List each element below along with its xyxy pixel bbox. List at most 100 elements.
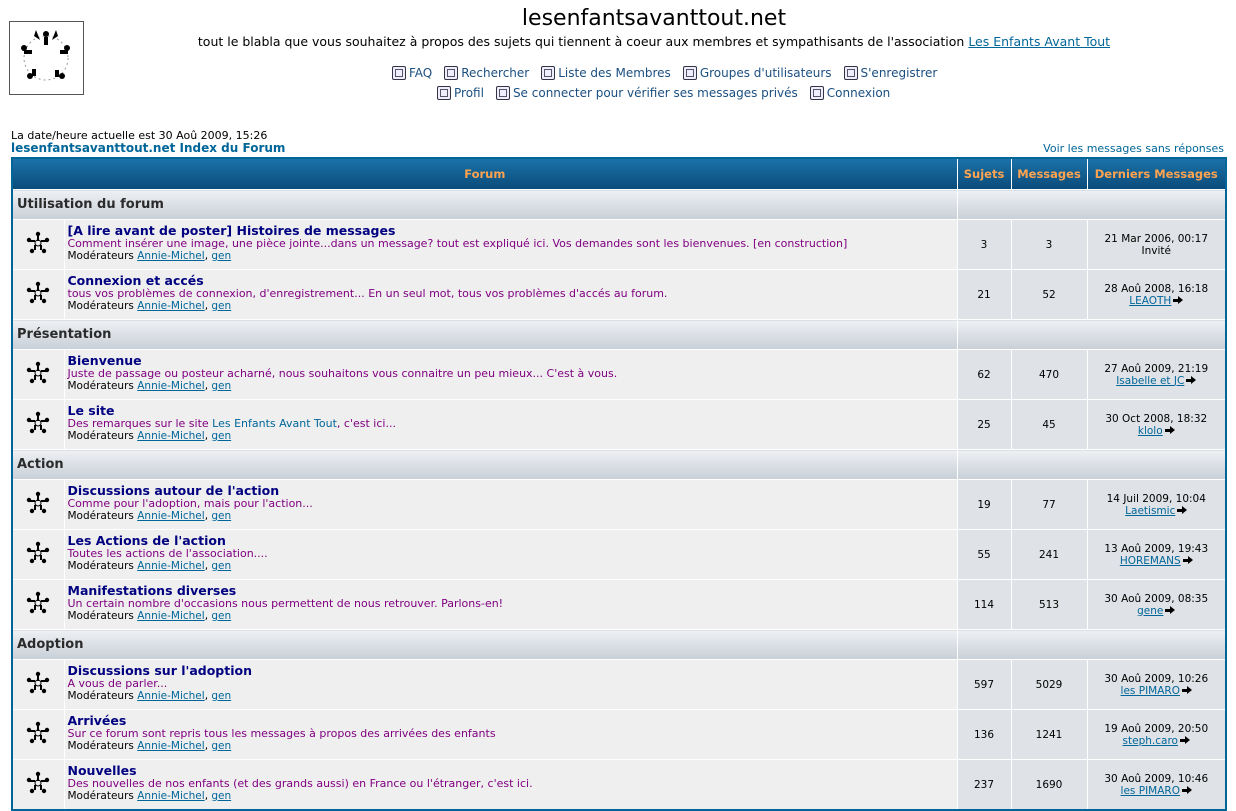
nav-link-register[interactable]: S'enregistrer xyxy=(843,66,938,80)
forum-topics-count: 21 xyxy=(956,269,1012,320)
forum-row: Manifestations diverses Un certain nombre… xyxy=(11,579,1227,630)
nav-link-label: S'enregistrer xyxy=(860,66,938,80)
association-link[interactable]: Les Enfants Avant Tout xyxy=(968,34,1110,49)
category-spacer xyxy=(956,319,1227,350)
forum-description: tous vos problèmes de connexion, d'enreg… xyxy=(67,287,668,300)
moderator-link-annie-michel[interactable]: Annie-Michel xyxy=(137,690,204,702)
forum-folder-icon xyxy=(25,231,51,260)
forum-folder-icon xyxy=(25,721,51,750)
forum-topics-count: 25 xyxy=(956,399,1012,450)
unanswered-posts-link[interactable]: Voir les messages sans réponses xyxy=(1043,142,1224,155)
nav-link-search[interactable]: Rechercher xyxy=(444,66,529,80)
forum-info-cell: Bienvenue Juste de passage ou posteur ach… xyxy=(63,349,958,400)
last-post-author[interactable]: LEAOTH xyxy=(1129,295,1171,307)
goto-last-post-icon[interactable] xyxy=(1164,426,1175,435)
nav-link-profile[interactable]: Profil xyxy=(437,86,484,100)
moderator-link-annie-michel[interactable]: Annie-Michel xyxy=(137,560,204,572)
forum-title-link[interactable]: Discussions autour de l'action xyxy=(68,484,957,497)
forum-title-link[interactable]: Connexion et accés xyxy=(68,274,957,287)
moderator-link-annie-michel[interactable]: Annie-Michel xyxy=(137,790,204,802)
goto-last-post-icon[interactable] xyxy=(1181,686,1192,695)
forum-last-post: 14 Juil 2009, 10:04 Laetismic xyxy=(1086,479,1227,530)
forum-row: Discussions autour de l'action Comme pour… xyxy=(11,479,1227,530)
forum-title-link[interactable]: Discussions sur l'adoption xyxy=(68,664,957,677)
goto-last-post-icon[interactable] xyxy=(1179,736,1190,745)
moderator-link-annie-michel[interactable]: Annie-Michel xyxy=(137,430,204,442)
forum-last-post: 19 Aoû 2009, 20:50 steph.caro xyxy=(1086,709,1227,760)
moderators-label: Modérateurs xyxy=(67,250,134,262)
category-row: Action xyxy=(11,449,1227,480)
moderator-link-gen[interactable]: gen xyxy=(211,380,231,392)
nav-link-label: FAQ xyxy=(409,66,433,80)
forum-status-cell xyxy=(11,349,65,400)
forum-last-post: 30 Oct 2008, 18:32 klolo xyxy=(1086,399,1227,450)
faq-icon xyxy=(392,66,406,80)
moderator-link-gen[interactable]: gen xyxy=(211,790,231,802)
register-icon xyxy=(843,66,858,80)
nav-link-private-messages[interactable]: Se connecter pour vérifier ses messages … xyxy=(495,86,798,100)
goto-last-post-icon[interactable] xyxy=(1181,786,1192,795)
forum-title-link[interactable]: Les Actions de l'action xyxy=(68,534,957,547)
category-link[interactable]: Présentation xyxy=(11,319,958,350)
goto-last-post-icon[interactable] xyxy=(1186,376,1197,385)
site-logo[interactable] xyxy=(9,21,84,95)
forum-description: Sur ce forum sont repris tous les messag… xyxy=(67,727,496,740)
forum-posts-count: 470 xyxy=(1010,349,1088,400)
goto-last-post-icon[interactable] xyxy=(1182,556,1193,565)
category-link[interactable]: Adoption xyxy=(11,629,958,660)
forum-description-link[interactable]: Les Enfants Avant Tout xyxy=(212,417,337,430)
goto-last-post-icon[interactable] xyxy=(1177,506,1188,515)
nav-link-faq[interactable]: FAQ xyxy=(392,66,432,80)
moderator-link-annie-michel[interactable]: Annie-Michel xyxy=(137,380,204,392)
category-link[interactable]: Utilisation du forum xyxy=(11,189,958,220)
category-link[interactable]: Action xyxy=(11,449,958,480)
moderator-link-annie-michel[interactable]: Annie-Michel xyxy=(137,740,204,752)
forum-description: Des nouvelles de nos enfants (et des gra… xyxy=(67,777,533,790)
category-row: Adoption xyxy=(11,629,1227,660)
moderator-link-gen[interactable]: gen xyxy=(211,560,231,572)
moderator-link-gen[interactable]: gen xyxy=(211,510,231,522)
forum-row: Nouvelles Des nouvelles de nos enfants (e… xyxy=(11,759,1227,811)
forum-title-link[interactable]: Le site xyxy=(68,404,957,417)
category-row: Présentation xyxy=(11,319,1227,350)
forum-title-link[interactable]: Nouvelles xyxy=(68,764,957,777)
forum-moderators: Modérateurs Annie-Michel, gen xyxy=(67,250,232,262)
last-post-author[interactable]: les PIMARO xyxy=(1121,785,1180,797)
last-post-author[interactable]: gene xyxy=(1137,605,1163,617)
last-post-date: 21 Mar 2006, 00:17 xyxy=(1104,232,1209,245)
nav-link-label: Connexion xyxy=(826,86,891,100)
nav-link-memberlist[interactable]: Liste des Membres xyxy=(541,66,671,80)
last-post-author[interactable]: HOREMANS xyxy=(1120,555,1181,567)
forum-index-link[interactable]: lesenfantsavanttout.net Index du Forum xyxy=(11,141,285,155)
last-post-author[interactable]: Isabelle et JC xyxy=(1116,375,1184,387)
last-post-author[interactable]: les PIMARO xyxy=(1121,685,1180,697)
forum-title-link[interactable]: Bienvenue xyxy=(68,354,957,367)
moderator-link-annie-michel[interactable]: Annie-Michel xyxy=(137,610,204,622)
forum-row: Connexion et accés tous vos problèmes de … xyxy=(11,269,1227,320)
last-post-author[interactable]: Laetismic xyxy=(1125,505,1175,517)
forum-title-link[interactable]: Manifestations diverses xyxy=(68,584,957,597)
moderator-link-gen[interactable]: gen xyxy=(211,250,231,262)
last-post-author[interactable]: klolo xyxy=(1138,425,1163,437)
nav-link-login[interactable]: Connexion xyxy=(809,86,891,100)
forum-posts-count: 1690 xyxy=(1010,759,1088,811)
moderator-link-gen[interactable]: gen xyxy=(211,300,231,312)
moderators-label: Modérateurs xyxy=(67,560,134,572)
goto-last-post-icon[interactable] xyxy=(1165,606,1176,615)
forum-last-post: 28 Aoû 2008, 16:18 LEAOTH xyxy=(1086,269,1227,320)
moderator-link-gen[interactable]: gen xyxy=(211,610,231,622)
moderator-link-annie-michel[interactable]: Annie-Michel xyxy=(137,250,204,262)
moderator-link-gen[interactable]: gen xyxy=(211,690,231,702)
forum-title-link[interactable]: Arrivées xyxy=(68,714,957,727)
forum-last-post: 13 Aoû 2009, 19:43 HOREMANS xyxy=(1086,529,1227,580)
forum-description: Comment insérer une image, une pièce joi… xyxy=(67,237,848,250)
nav-link-usergroups[interactable]: Groupes d'utilisateurs xyxy=(682,66,832,80)
moderator-link-annie-michel[interactable]: Annie-Michel xyxy=(137,300,204,312)
forum-title-link[interactable]: [A lire avant de poster] Histoires de me… xyxy=(68,224,957,237)
forum-description-text: Des remarques sur le site xyxy=(67,417,213,430)
goto-last-post-icon[interactable] xyxy=(1173,296,1184,305)
last-post-author[interactable]: steph.caro xyxy=(1123,735,1178,747)
moderator-link-gen[interactable]: gen xyxy=(211,740,231,752)
moderator-link-annie-michel[interactable]: Annie-Michel xyxy=(137,510,204,522)
moderator-link-gen[interactable]: gen xyxy=(211,430,231,442)
